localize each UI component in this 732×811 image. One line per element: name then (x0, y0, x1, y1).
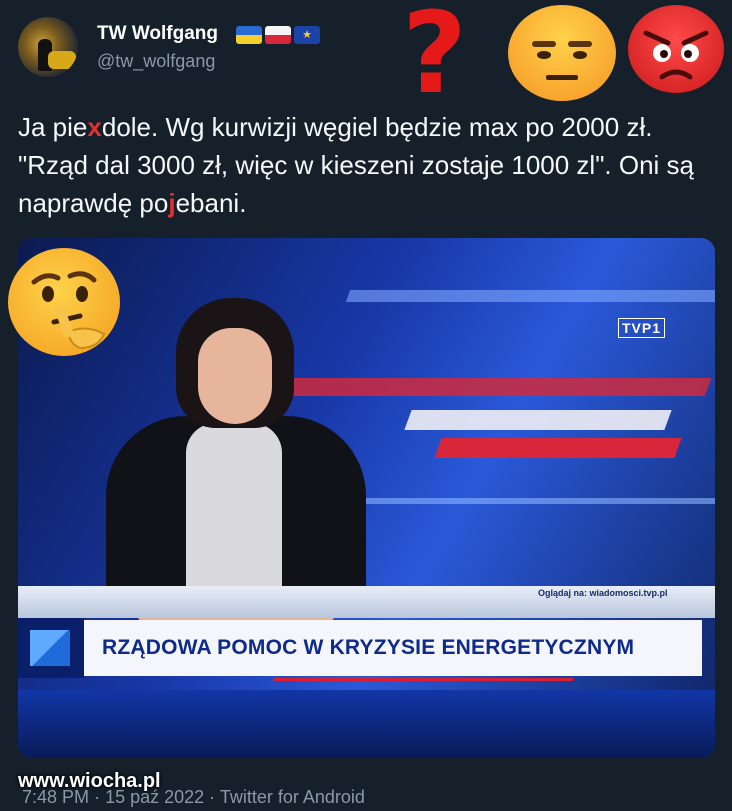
channel-logo: TVP1 (618, 318, 666, 338)
wiadomosci-logo (18, 618, 84, 678)
tweet-text-part3: ebani. (175, 188, 247, 218)
news-banner: RZĄDOWA POMOC W KRYZYSIE ENERGETYCZNYM (84, 620, 702, 676)
separator: · (94, 787, 106, 807)
avatar-car (48, 51, 76, 69)
angry-face-icon (628, 5, 724, 93)
banner-text: RZĄDOWA POMOC W KRYZYSIE ENERGETYCZNYM (102, 636, 635, 659)
handle[interactable]: @tw_wolfgang (97, 51, 215, 72)
tweet-text-part1: Ja pie (18, 112, 88, 142)
tweet-date[interactable]: 15 paź 2022 (105, 787, 204, 807)
question-mark-icon: ? (402, 0, 467, 119)
flags: ★ (236, 26, 320, 44)
tweet-text: Ja piexdole. Wg kurwizji węgiel będzie m… (18, 108, 698, 222)
poland-flag-icon (265, 26, 291, 44)
watch-caption: Oglądaj na: wiadomosci.tvp.pl (538, 588, 668, 598)
annoyed-face-icon (508, 5, 616, 101)
banner-red-line (273, 678, 573, 681)
avatar[interactable] (18, 17, 78, 77)
studio-stripe (336, 498, 715, 504)
tweet-metadata: 7:48 PM · 15 paź 2022 · Twitter for Andr… (22, 787, 365, 808)
display-name[interactable]: TW Wolfgang (97, 23, 218, 45)
ukraine-flag-icon (236, 26, 262, 44)
thinking-face-icon (8, 248, 120, 356)
tweet-censor-mark: j (168, 188, 176, 218)
studio-stripe (345, 290, 715, 302)
tweet-text-part2: dole. Wg kurwizji węgiel będzie max po 2… (18, 112, 695, 218)
news-anchor (106, 298, 366, 624)
eu-flag-icon: ★ (294, 26, 320, 44)
tweet-censor-mark: x (87, 112, 102, 142)
separator: · (209, 787, 220, 807)
tweet-time[interactable]: 7:48 PM (22, 787, 89, 807)
anchor-face (198, 328, 272, 424)
news-bottom-bar (18, 690, 715, 758)
anchor-shirt (186, 423, 282, 613)
studio-stripe (434, 438, 682, 458)
studio-stripe (404, 410, 672, 430)
tweet-client[interactable]: Twitter for Android (220, 787, 365, 807)
tweet-media-image[interactable]: TVP1 Oglądaj na: wiadomosci.tvp.pl RZĄDO… (18, 238, 715, 758)
